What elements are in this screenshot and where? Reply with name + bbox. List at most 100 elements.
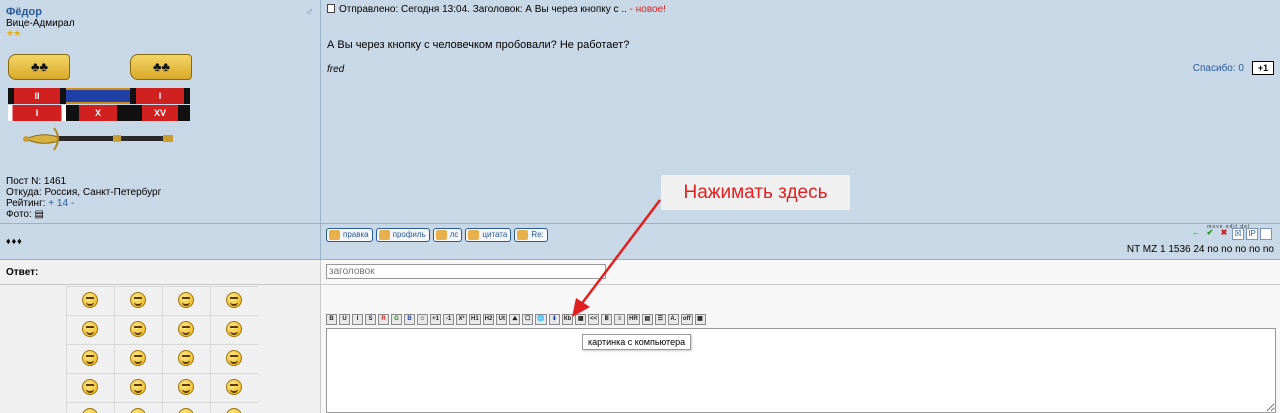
smiley-cell[interactable]	[210, 373, 258, 402]
rank-stars: ★★	[6, 28, 21, 38]
thumbs-up-smiley-icon[interactable]	[226, 292, 242, 308]
thanks-link[interactable]: Спасибо: 0	[1193, 63, 1244, 74]
close-box-icon[interactable]: ☒	[1232, 228, 1244, 240]
italic-button[interactable]: I	[352, 314, 363, 325]
underline-button[interactable]: U	[339, 314, 350, 325]
smiley-cell[interactable]	[114, 402, 162, 413]
reply-button[interactable]: Re:	[514, 228, 548, 242]
post-count: Пост N: 1461	[6, 176, 67, 187]
profile-button[interactable]: профиль	[375, 228, 430, 242]
post-body: А Вы через кнопку с человечком пробовали…	[327, 39, 630, 51]
smiley-cell[interactable]	[162, 286, 210, 315]
smiley-cell[interactable]	[114, 344, 162, 373]
smiley-cell[interactable]	[66, 286, 114, 315]
rating-label: Рейтинг:	[6, 198, 46, 209]
laughing-smiley-icon[interactable]	[130, 292, 146, 308]
angry-smiley-icon[interactable]	[82, 379, 98, 395]
strike-button[interactable]: S	[365, 314, 376, 325]
smiley-cell[interactable]	[210, 402, 258, 413]
author-meta: Пост N: 1461 Откуда: Россия, Санкт-Петер…	[6, 176, 161, 220]
love-smiley-icon[interactable]	[178, 350, 194, 366]
move-arrow-icon[interactable]: ←	[1190, 228, 1202, 240]
quote-button[interactable]: цитата	[465, 228, 512, 242]
tooltip: картинка с компьютера	[582, 334, 692, 350]
smiley-cell[interactable]	[210, 344, 258, 373]
edit-check-icon[interactable]: ✔	[1204, 228, 1216, 240]
wink-smiley-icon[interactable]	[178, 379, 194, 395]
green-color-button[interactable]: G	[391, 314, 402, 325]
smiley-cell[interactable]	[210, 315, 258, 344]
smiley-cell[interactable]	[66, 315, 114, 344]
globe-link-button[interactable]: 🌐	[535, 314, 547, 325]
font-smaller-button[interactable]: -1	[443, 314, 454, 325]
smiley-icon[interactable]	[178, 292, 194, 308]
blue-color-button[interactable]: B	[404, 314, 415, 325]
smiley-cell[interactable]	[162, 315, 210, 344]
smiley-cell[interactable]	[210, 286, 258, 315]
confused-smiley-icon[interactable]	[82, 408, 98, 413]
smiley-cell[interactable]	[114, 315, 162, 344]
h2-button[interactable]: H2	[482, 314, 495, 325]
smiley-button[interactable]: ☺	[417, 314, 428, 325]
annotation-arrow-icon	[572, 199, 661, 317]
rating-plus-link[interactable]: + 14	[48, 198, 68, 209]
smiley-icon[interactable]	[82, 292, 98, 308]
image-link-button[interactable]: ⛰	[509, 314, 521, 325]
red-color-button[interactable]: R	[378, 314, 389, 325]
smiley-icon[interactable]	[130, 350, 146, 366]
delete-cross-icon[interactable]: ✖	[1218, 228, 1230, 240]
rating-minus-link[interactable]: -	[71, 198, 74, 209]
superscript-button[interactable]: X²	[456, 314, 467, 325]
smiley-icon[interactable]	[130, 408, 146, 413]
author-name[interactable]: Фёдор	[6, 6, 42, 18]
grid-button[interactable]: ▦	[694, 314, 706, 325]
bold-button[interactable]: B	[326, 314, 337, 325]
message-editor[interactable]	[326, 328, 1276, 413]
sad-smiley-icon[interactable]	[82, 350, 98, 366]
new-badge: - новое!	[629, 4, 666, 15]
male-gender-icon: ♂	[305, 5, 314, 19]
reading-smiley-icon[interactable]	[226, 408, 242, 413]
reply-label: Ответ:	[6, 267, 39, 278]
grin-smiley-icon[interactable]	[226, 350, 242, 366]
surprised-smiley-icon[interactable]	[226, 379, 242, 395]
smiley-cell[interactable]	[162, 402, 210, 413]
post-dots: ♦♦♦	[6, 236, 23, 246]
smiley-cell[interactable]	[66, 344, 114, 373]
smiley-cell[interactable]	[162, 344, 210, 373]
edit-button[interactable]: правка	[326, 228, 373, 242]
clover-icon: ♣♣	[153, 59, 171, 74]
award-ribbon: I	[130, 88, 190, 104]
off-button[interactable]: off	[680, 314, 693, 325]
smiley-cell[interactable]	[66, 373, 114, 402]
post-header: Отправлено: Сегодня 13:04. Заголовок: А …	[327, 4, 666, 15]
epaulet-left-image: ♣♣	[8, 54, 70, 80]
smiley-icon[interactable]	[130, 321, 146, 337]
cool-smiley-icon[interactable]	[178, 321, 194, 337]
nt-status-line: NT MZ 1 1536 24 no no no no no	[1126, 244, 1274, 255]
photo-doc-icon[interactable]: ▤	[35, 209, 44, 220]
smiley-icon[interactable]	[226, 321, 242, 337]
private-message-button[interactable]: лс	[432, 228, 463, 242]
smiley-icon[interactable]	[130, 379, 146, 395]
annotation-callout: Нажимать здесь	[661, 175, 850, 210]
post-signature: fred	[327, 64, 345, 75]
award-ribbon	[66, 88, 130, 104]
angel-smiley-icon[interactable]	[82, 321, 98, 337]
post-doc-icon[interactable]	[327, 4, 335, 13]
author-rating: Рейтинг: + 14 -	[6, 198, 161, 209]
ut-button[interactable]: Ut	[496, 314, 508, 325]
smiley-icon[interactable]	[178, 408, 194, 413]
plus-one-button[interactable]: +1	[1252, 61, 1274, 75]
smiley-cell[interactable]	[66, 402, 114, 413]
smiley-cell[interactable]	[114, 286, 162, 315]
upload-image-button[interactable]: ☐	[522, 314, 534, 325]
smiley-cell[interactable]	[162, 373, 210, 402]
font-bigger-button[interactable]: +1	[430, 314, 441, 325]
download-button[interactable]: ⬇	[548, 314, 560, 325]
h1-button[interactable]: H1	[469, 314, 481, 325]
select-checkbox[interactable]	[1260, 228, 1272, 240]
smiley-cell[interactable]	[114, 373, 162, 402]
smiley-panel	[66, 286, 258, 413]
ip-button[interactable]: IP	[1246, 228, 1258, 240]
